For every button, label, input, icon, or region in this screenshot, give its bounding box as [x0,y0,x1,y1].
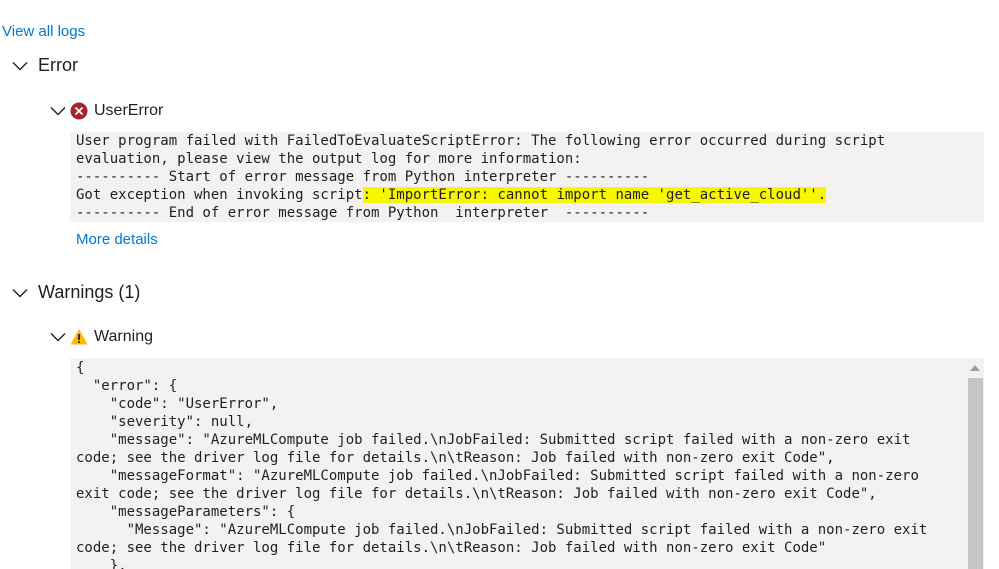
json-line: "severity": null, [76,414,254,430]
usererror-title: UserError [94,102,164,119]
warnings-section-title: Warnings (1) [38,282,141,302]
chevron-down-icon [50,103,66,119]
warning-json-block: { "error": { "code": "UserError", "sever… [70,358,984,569]
error-section-toggle[interactable]: Error [12,55,78,76]
error-line: ---------- End of error message from Pyt… [76,205,650,221]
json-line: code; see the driver log file for detail… [76,450,835,466]
exception-text: Got exception when invoking script [76,187,363,203]
error-line: ---------- Start of error message from P… [76,169,650,185]
warning-triangle-icon [70,328,88,346]
chevron-down-icon [12,58,28,74]
error-line: evaluation, please view the output log f… [76,151,582,167]
json-line: { [76,360,85,376]
json-line: exit code; see the driver log file for d… [76,486,877,502]
vertical-scrollbar[interactable] [966,358,984,569]
warnings-section-toggle[interactable]: Warnings (1) [12,282,140,303]
highlighted-import-error: : 'ImportError: cannot import name 'get_… [362,187,827,203]
json-line: "messageParameters": { [76,504,296,520]
warning-item-toggle[interactable]: Warning [50,328,153,346]
json-line: "code": "UserError", [76,396,279,412]
warning-title: Warning [94,328,153,345]
chevron-down-icon [12,285,28,301]
view-all-logs-link[interactable]: View all logs [2,23,85,40]
json-line: "Message": "AzureMLCompute job failed.\n… [76,522,928,538]
scrollbar-thumb[interactable] [968,378,983,569]
json-line: "error": { [76,378,178,394]
json-line: "messageFormat": "AzureMLCompute job fai… [76,468,919,484]
json-line: code; see the driver log file for detail… [76,540,827,556]
error-circle-icon [70,102,88,120]
scroll-up-arrow-icon[interactable] [970,365,980,371]
error-line: Got exception when invoking script: 'Imp… [76,186,984,204]
error-message-block: User program failed with FailedToEvaluat… [70,132,984,222]
json-line: "message": "AzureMLCompute job failed.\n… [76,432,911,448]
error-line: User program failed with FailedToEvaluat… [76,133,886,149]
chevron-down-icon [50,329,66,345]
json-line: }, [76,558,127,569]
more-details-link[interactable]: More details [76,231,158,248]
error-section-title: Error [38,55,78,75]
usererror-item-toggle[interactable]: UserError [50,102,163,120]
